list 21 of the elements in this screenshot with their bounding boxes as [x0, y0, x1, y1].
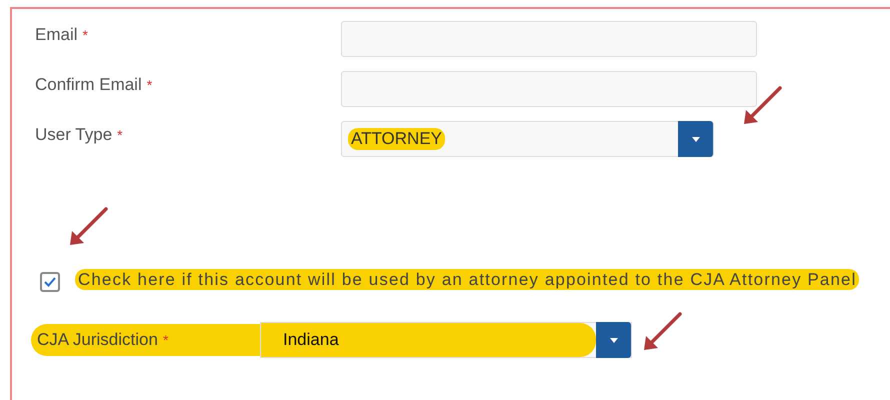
dropdown[interactable]: ATTORNEY	[341, 121, 714, 157]
required-asterisk: *	[146, 77, 152, 93]
selected-value: ATTORNEY	[348, 128, 445, 150]
caret-icon	[692, 136, 700, 142]
required-asterisk: *	[117, 127, 123, 143]
annotation-arrow	[70, 207, 108, 245]
field-label: Email *	[35, 24, 89, 45]
checkbox[interactable]	[40, 272, 60, 292]
field-label: Confirm Email *	[35, 74, 154, 95]
field-label: CJA Jurisdiction *	[31, 324, 260, 356]
caret-icon	[610, 338, 618, 342]
input-field[interactable]	[341, 71, 757, 107]
required-asterisk: *	[82, 27, 88, 43]
required-asterisk: *	[162, 332, 168, 348]
dropdown[interactable]: Indiana	[260, 322, 632, 358]
annotation-arrow	[644, 312, 682, 350]
field-label: User Type *	[35, 124, 124, 145]
check-icon	[44, 277, 56, 287]
checkbox-label: Check here if this account will be used by an attorney appointed to the CJA Attorney Panel	[75, 269, 860, 290]
annotation-arrow	[744, 86, 782, 124]
input-field[interactable]	[341, 21, 757, 57]
